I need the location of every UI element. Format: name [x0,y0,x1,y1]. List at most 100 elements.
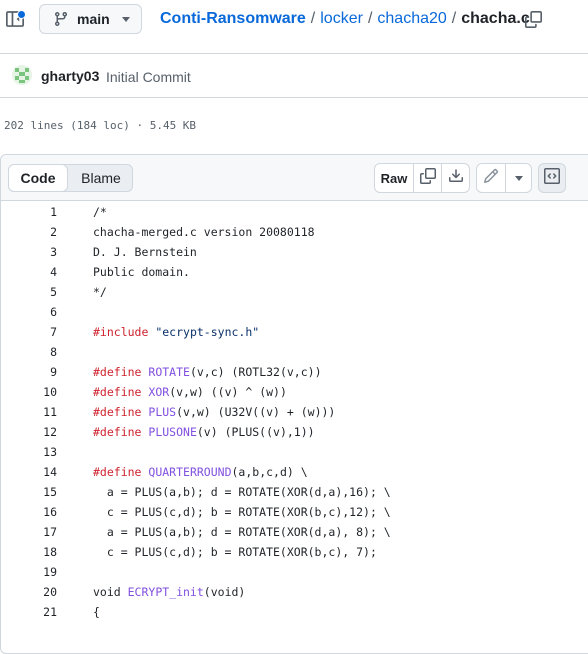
code-token: #define [93,405,142,419]
code-token: c = PLUS(c,d); b = ROTATE(XOR(b,c), 7); [93,545,377,559]
git-branch-icon [53,11,69,27]
code-line: 15 a = PLUS(a,b); d = ROTATE(XOR(d,a),16… [1,481,588,501]
line-number[interactable]: 13 [1,445,57,459]
line-number[interactable]: 20 [1,585,57,599]
code-token: #define [93,425,142,439]
code-line: 10 #define XOR(v,w) ((v) ^ (w)) [1,381,588,401]
code-line: 7 #include "ecrypt-sync.h" [1,321,588,341]
line-number[interactable]: 1 [1,205,57,219]
tab-blame[interactable]: Blame [69,164,133,192]
line-content: void ECRYPT_init(void) [93,585,245,599]
code-line: 4 Public domain. [1,261,588,281]
copy-raw-button[interactable] [414,164,441,192]
line-number[interactable]: 3 [1,245,57,259]
notification-dot [17,10,26,19]
line-content: #define ROTATE(v,c) (ROTL32(v,c)) [93,365,322,379]
code-token: (v) (PLUS((v),1)) [196,425,315,439]
line-number[interactable]: 15 [1,485,57,499]
copy-icon [419,167,436,189]
tab-code[interactable]: Code [8,164,68,192]
breadcrumb-folder-locker[interactable]: locker [320,10,363,28]
code-line: 2 chacha-merged.c version 20080118 [1,221,588,241]
code-token: #define [93,465,142,479]
line-number[interactable]: 12 [1,425,57,439]
raw-actions-group: Raw [374,163,470,193]
code-token: chacha-merged.c version 20080118 [93,225,315,239]
code-line: 21 { [1,601,588,621]
commit-author-link[interactable]: gharty03 [41,68,99,84]
edit-file-button[interactable] [477,164,505,192]
line-content: D. J. Bernstein [93,245,197,259]
code-line: 1 /* [1,201,588,221]
code-token: "ecrypt-sync.h" [155,325,260,339]
raw-button[interactable]: Raw [375,164,413,192]
code-line: 5 */ [1,281,588,301]
code-token: ROTATE [148,365,190,379]
line-number[interactable]: 4 [1,265,57,279]
code-token: { [93,605,100,619]
code-token: a = PLUS(a,b); d = ROTATE(XOR(d,a),16); … [93,485,391,499]
code-line: 20 void ECRYPT_init(void) [1,581,588,601]
line-number[interactable]: 14 [1,465,57,479]
code-view: 1 /* 2 chacha-merged.c version 20080118 3 D. … [1,201,588,621]
file-viewer: Code Blame Raw 1 /* 2 chacha-merged.c ve… [0,154,588,654]
line-content: #define QUARTERROUND(a,b,c,d) \ [93,465,308,479]
edit-actions-group [476,163,532,193]
code-token: QUARTERROUND [148,465,232,479]
line-number[interactable]: 5 [1,285,57,299]
line-number[interactable]: 17 [1,525,57,539]
code-token: void [93,585,128,599]
file-header: Code Blame Raw [1,155,588,201]
code-line: 13 [1,441,588,461]
pencil-icon [483,168,499,189]
line-content: a = PLUS(a,b); d = ROTATE(XOR(d,a),16); … [93,485,391,499]
breadcrumb-file-name: chacha.c [461,10,530,27]
code-token: #define [93,365,142,379]
breadcrumb-repo-link[interactable]: Conti-Ransomware [160,10,306,28]
line-content: */ [93,285,107,299]
code-token: (v,c) (ROTL32(v,c)) [189,365,322,379]
symbols-panel-button[interactable] [538,163,566,193]
breadcrumb-separator: / [310,10,316,27]
code-line: 9 #define ROTATE(v,c) (ROTL32(v,c)) [1,361,588,381]
code-line: 16 c = PLUS(c,d); b = ROTATE(XOR(b,c),12… [1,501,588,521]
line-number[interactable]: 9 [1,365,57,379]
line-number[interactable]: 11 [1,405,57,419]
code-line: 11 #define PLUS(v,w) (U32V((v) + (w))) [1,401,588,421]
breadcrumb: Conti-Ransomware / locker / chacha20 / c… [160,10,530,28]
more-edit-options-button[interactable] [506,164,532,192]
line-content: #define PLUS(v,w) (U32V((v) + (w))) [93,405,335,419]
code-line: 12 #define PLUSONE(v) (PLUS((v),1)) [1,421,588,441]
line-number[interactable]: 16 [1,505,57,519]
copy-path-icon[interactable] [525,11,543,29]
triangle-down-icon [515,175,523,181]
code-line: 8 [1,341,588,361]
code-line: 14 #define QUARTERROUND(a,b,c,d) \ [1,461,588,481]
avatar[interactable] [12,65,32,85]
line-number[interactable]: 18 [1,545,57,559]
download-button[interactable] [442,164,470,192]
line-number[interactable]: 21 [1,605,57,619]
code-line: 3 D. J. Bernstein [1,241,588,261]
code-token: */ [93,285,107,299]
commit-message-link[interactable]: Initial Commit [106,69,191,85]
chevron-down-icon [121,16,130,22]
file-summary: 202 lines (184 loc) · 5.45 KB [4,119,197,132]
line-number[interactable]: 8 [1,345,57,359]
line-number[interactable]: 19 [1,565,57,579]
breadcrumb-separator: / [451,10,457,27]
code-line: 18 c = PLUS(c,d); b = ROTATE(XOR(b,c), 7… [1,541,588,561]
line-number[interactable]: 10 [1,385,57,399]
breadcrumb-folder-chacha20[interactable]: chacha20 [377,10,446,28]
raw-button-label: Raw [380,170,408,186]
line-number[interactable]: 6 [1,305,57,319]
code-token: D. J. Bernstein [93,245,197,259]
line-number[interactable]: 2 [1,225,57,239]
branch-selector-button[interactable]: main [39,4,142,34]
breadcrumb-separator: / [367,10,373,27]
code-token: (void) [203,585,246,599]
line-content: { [93,605,100,619]
line-content: /* [93,205,107,219]
line-number[interactable]: 7 [1,325,57,339]
code-token: c = PLUS(c,d); b = ROTATE(XOR(b,c),12); … [93,505,391,519]
